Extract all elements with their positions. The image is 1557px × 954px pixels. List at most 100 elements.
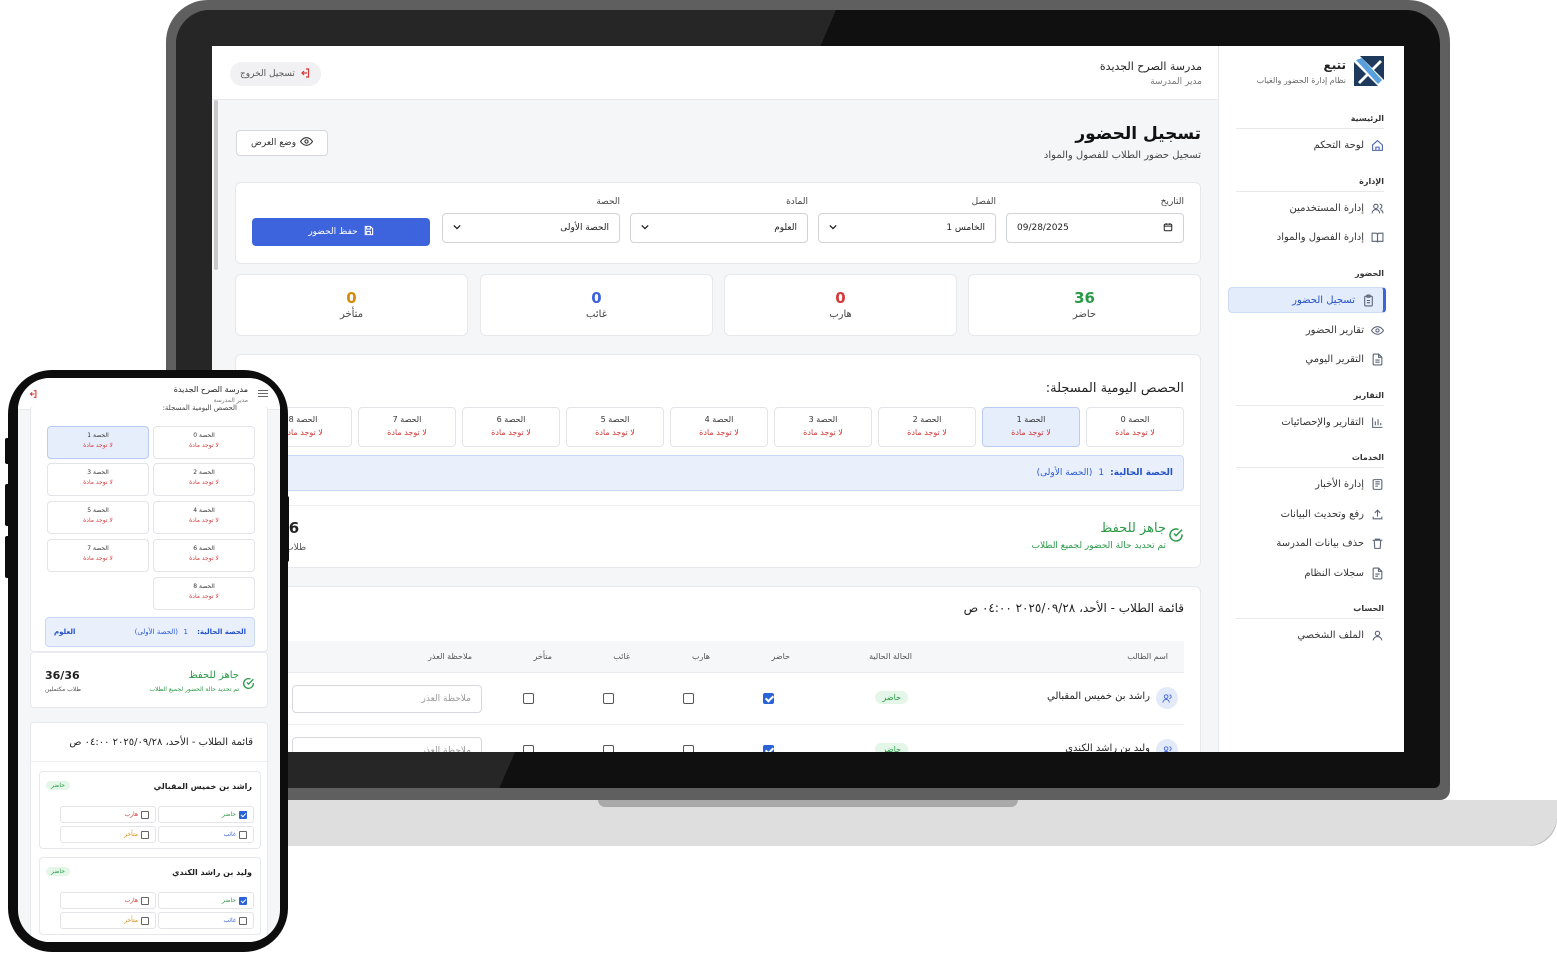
- nav-section-attendance: الحضور: [1354, 269, 1384, 278]
- absent-checkbox[interactable]: [603, 693, 614, 704]
- period-status: لا توجد مادة: [189, 555, 219, 562]
- stat-present-value: 36: [1074, 289, 1095, 307]
- period-tile[interactable]: الحصة 7 لا توجد مادة: [358, 407, 456, 447]
- absent-checkbox[interactable]: [239, 830, 247, 839]
- sidebar-item-system-logs[interactable]: سجلات النظام: [1234, 563, 1384, 583]
- current-period-name: (الحصة الأولى): [134, 628, 178, 636]
- col-present: حاضر: [771, 652, 790, 661]
- view-mode-button[interactable]: وضع العرض: [236, 130, 328, 156]
- late-option[interactable]: متأخر: [60, 826, 156, 843]
- period-status: لا توجد مادة: [189, 442, 219, 449]
- date-input[interactable]: 09/28/2025: [1006, 213, 1184, 243]
- class-label: الفصل: [971, 197, 996, 207]
- sidebar-item-label: تسجيل الحضور: [1292, 294, 1355, 306]
- period-tile[interactable]: الحصة 6 لا توجد مادة: [153, 539, 255, 572]
- escaped-option[interactable]: هارب: [60, 892, 156, 909]
- sidebar-item-record-attendance[interactable]: تسجيل الحضور: [1228, 287, 1386, 313]
- nav-divider: [1236, 191, 1384, 192]
- phone-button: [5, 536, 11, 578]
- absent-checkbox[interactable]: [239, 916, 247, 925]
- student-name: راشد بن خميس المقبالي: [1046, 691, 1150, 702]
- period-label: الحصة 2: [193, 469, 215, 476]
- escaped-option[interactable]: هارب: [60, 806, 156, 823]
- school-name: مدرسة الصرح الجديدة: [1099, 60, 1202, 73]
- excuse-note-input[interactable]: ملاحظة العذر: [292, 737, 482, 752]
- logout-icon[interactable]: [28, 389, 38, 399]
- present-option[interactable]: حاضر: [158, 892, 254, 909]
- escaped-checkbox[interactable]: [683, 745, 694, 752]
- logout-button[interactable]: تسجيل الخروج: [230, 62, 321, 86]
- late-checkbox[interactable]: [141, 830, 149, 839]
- period-tile[interactable]: الحصة 2 لا توجد مادة: [878, 407, 976, 447]
- subject-select[interactable]: العلوم: [630, 213, 808, 243]
- period-status: لا توجد مادة: [83, 517, 113, 524]
- sidebar-item-classes[interactable]: إدارة الفصول والمواد: [1234, 227, 1384, 247]
- period-tile[interactable]: الحصة 4 لا توجد مادة: [670, 407, 768, 447]
- period-tile[interactable]: الحصة 2 لا توجد مادة: [153, 463, 255, 496]
- menu-icon[interactable]: [258, 390, 268, 399]
- sidebar-item-news[interactable]: إدارة الأخبار: [1234, 474, 1384, 494]
- sidebar-item-delete-data[interactable]: حذف بيانات المدرسة: [1234, 533, 1384, 553]
- period-tile[interactable]: الحصة 5 لا توجد مادة: [47, 501, 149, 534]
- view-mode-label: وضع العرض: [250, 138, 297, 148]
- late-option[interactable]: متأخر: [60, 912, 156, 929]
- present-checkbox[interactable]: [239, 810, 247, 819]
- period-tile[interactable]: الحصة 1 لا توجد مادة: [47, 426, 149, 459]
- filters-card: التاريخ 09/28/2025 الفصل الخامس 1 المادة…: [235, 182, 1201, 264]
- present-option[interactable]: حاضر: [158, 806, 254, 823]
- mobile-periods-title: الحصص اليومية المسجلة:: [162, 404, 237, 412]
- class-select[interactable]: الخامس 1: [818, 213, 996, 243]
- calendar-icon: [1163, 222, 1173, 235]
- page-subtitle: تسجيل حضور الطلاب للفصول والمواد: [1043, 150, 1201, 161]
- clipboard-icon: [1361, 293, 1375, 307]
- save-attendance-button[interactable]: حفظ الحضور: [252, 218, 430, 246]
- period-tile[interactable]: الحصة 0 لا توجد مادة: [1086, 407, 1184, 447]
- late-checkbox[interactable]: [523, 693, 534, 704]
- nav-divider: [1236, 405, 1384, 406]
- sidebar-item-attendance-reports[interactable]: تقارير الحضور: [1234, 320, 1384, 340]
- phone-button: [5, 438, 11, 464]
- stat-late-value: 0: [346, 289, 357, 307]
- scrollbar[interactable]: [214, 100, 218, 270]
- sidebar-item-upload-data[interactable]: رفع وتحديث البيانات: [1234, 504, 1384, 524]
- current-period-key: الحصة الحالية:: [197, 628, 246, 636]
- period-tile[interactable]: الحصة 1 لا توجد مادة: [982, 407, 1080, 447]
- escaped-checkbox[interactable]: [683, 693, 694, 704]
- period-tile[interactable]: الحصة 5 لا توجد مادة: [566, 407, 664, 447]
- late-checkbox[interactable]: [523, 745, 534, 752]
- daily-periods-card: الحصص اليومية المسجلة: الحصة 0 لا توجد ما…: [234, 354, 1201, 568]
- sidebar-item-profile[interactable]: الملف الشخصي: [1234, 625, 1384, 645]
- period-label: الحصة 6: [193, 545, 215, 552]
- sidebar-item-dashboard[interactable]: لوحة التحكم: [1234, 135, 1384, 155]
- sidebar-item-statistics[interactable]: التقارير والإحصائيات: [1234, 412, 1384, 432]
- sidebar-item-daily-report[interactable]: التقرير اليومي: [1234, 349, 1384, 369]
- escaped-checkbox[interactable]: [141, 810, 149, 819]
- period-tile[interactable]: الحصة 6 لا توجد مادة: [462, 407, 560, 447]
- present-checkbox[interactable]: [763, 693, 774, 704]
- present-checkbox[interactable]: [239, 896, 247, 905]
- save-attendance-label: حفظ الحضور: [308, 227, 358, 237]
- school-role: مدير المدرسة: [1150, 77, 1202, 87]
- late-checkbox[interactable]: [141, 916, 149, 925]
- period-status: لا توجد مادة: [189, 517, 219, 524]
- period-tile[interactable]: الحصة 3 لا توجد مادة: [47, 463, 149, 496]
- mobile-app-screen: مدرسة الصرح الجديدة مدير المدرسة الحصص ا…: [18, 378, 280, 942]
- period-tile[interactable]: الحصة 7 لا توجد مادة: [47, 539, 149, 572]
- ready-title: جاهز للحفظ: [188, 670, 239, 681]
- status-badge: حاضر: [46, 781, 70, 790]
- absent-option[interactable]: غائب: [158, 826, 254, 843]
- period-tile[interactable]: الحصة 8 لا توجد مادة: [153, 577, 255, 610]
- sidebar-item-users[interactable]: إدارة المستخدمين: [1234, 198, 1384, 218]
- period-select[interactable]: الحصة الأولى: [442, 213, 620, 243]
- escaped-checkbox[interactable]: [141, 896, 149, 905]
- sidebar-item-label: حذف بيانات المدرسة: [1276, 537, 1364, 549]
- period-tile[interactable]: الحصة 4 لا توجد مادة: [153, 501, 255, 534]
- excuse-note-input[interactable]: ملاحظة العذر: [292, 685, 482, 713]
- absent-checkbox[interactable]: [603, 745, 614, 752]
- period-tile[interactable]: الحصة 0 لا توجد مادة: [153, 426, 255, 459]
- present-checkbox[interactable]: [763, 745, 774, 752]
- students-card: قائمة الطلاب - الأحد، ٢٠٢٥/٠٩/٢٨ ٠٤:٠٠ ص…: [235, 586, 1201, 752]
- absent-option[interactable]: غائب: [158, 912, 254, 929]
- period-tile[interactable]: الحصة 3 لا توجد مادة: [774, 407, 872, 447]
- mobile-ready-card: جاهز للحفظ تم تحديد حالة الحضور لجميع ال…: [30, 652, 268, 708]
